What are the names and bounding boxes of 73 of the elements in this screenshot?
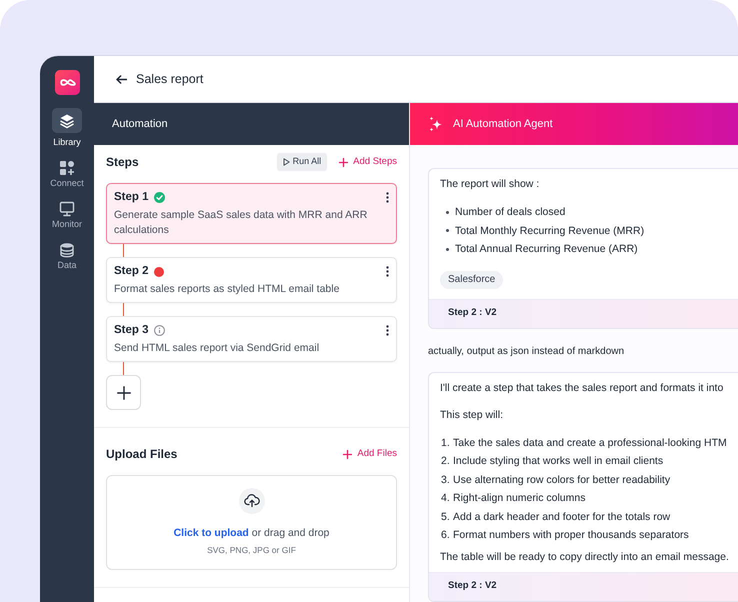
layers-icon — [52, 108, 82, 133]
list-item-text: Format numbers with proper thousands separators — [453, 528, 689, 543]
upload-dropzone[interactable]: Click to upload or drag and drop SVG, PNG, JPG or GIF — [106, 475, 397, 570]
add-step-button[interactable] — [106, 375, 141, 410]
add-files-button[interactable]: Add Files — [343, 446, 397, 462]
list-item-text: Total Annual Recurring Revenue (ARR) — [455, 242, 638, 257]
list-item-text: Right-align numeric columns — [453, 491, 586, 506]
message-text: The table will be ready to copy directly into an email message. — [440, 550, 730, 564]
list-item-text: Number of deals closed — [455, 205, 566, 220]
sidebar-item[interactable]: Monitor — [52, 198, 82, 230]
list-number: 4. — [441, 491, 451, 506]
panel-title: AI Automation Agent — [453, 116, 553, 132]
bullet-icon — [446, 210, 449, 214]
check-circle-icon — [154, 192, 165, 203]
sidebar-item[interactable]: Library — [52, 108, 82, 148]
bullet-icon — [446, 229, 449, 232]
back-arrow-icon[interactable] — [116, 74, 127, 84]
database-icon — [58, 242, 75, 258]
sparkle-icon — [428, 116, 444, 132]
step-description: Send HTML sales report via SendGrid email — [114, 341, 320, 356]
upload-instructions: Click to upload or drag and drop — [172, 526, 330, 540]
step-description: Generate sample SaaS sales data with MRR and ARR calculations — [114, 208, 368, 238]
list-item-text: Use alternating row colors for better readability — [453, 472, 670, 488]
list-item-text: Include styling that works well in email clients — [453, 454, 664, 469]
step-title: Step 3 — [114, 323, 149, 338]
list-number: 3. — [441, 472, 451, 488]
sidebar-item[interactable]: Data — [57, 239, 76, 271]
kebab-menu-icon[interactable] — [386, 266, 389, 277]
add-steps-button[interactable]: Add Steps — [339, 154, 397, 170]
list-item-text: Total Monthly Recurring Revenue (MRR) — [455, 224, 644, 238]
step-connector — [122, 244, 124, 257]
step-card[interactable]: Step 1 Generate sample SaaS sales data with MRR and ARR calculations — [106, 183, 397, 244]
error-dot-icon — [154, 266, 164, 276]
step-version-label: Step 2 : V2 — [448, 579, 497, 594]
sidebar-item[interactable]: Connect — [50, 157, 84, 189]
step-version-label: Step 2 : V2 — [448, 306, 497, 320]
user-message-text: actually, output as json instead of markdown — [428, 344, 626, 358]
list-item-text: Take the sales data and create a professional-looking HTM — [453, 436, 727, 450]
list-item-text: Add a dark header and footer for the totals row — [453, 510, 670, 524]
list-number: 2. — [441, 454, 451, 469]
bullet-icon — [446, 248, 449, 251]
step-description: Format sales reports as styled HTML email table — [114, 282, 340, 297]
message-text: I'll create a step that takes the sales report and formats it into — [440, 380, 724, 396]
upload-link[interactable]: Click to upload — [174, 527, 249, 539]
play-icon — [282, 158, 290, 166]
section-title: Upload Files — [106, 446, 178, 463]
message-text: This step will: — [440, 408, 504, 422]
panel-title: Automation — [112, 116, 168, 132]
info-icon — [154, 325, 165, 336]
monitor-icon — [58, 201, 75, 217]
list-number: 1. — [441, 436, 451, 450]
step-title: Step 1 — [114, 190, 149, 205]
step-connector — [122, 362, 124, 375]
section-title: Steps — [106, 154, 139, 171]
kebab-menu-icon[interactable] — [386, 325, 389, 336]
list-number: 6. — [441, 528, 451, 543]
grid-icon — [59, 160, 75, 176]
list-number: 5. — [441, 510, 451, 524]
plus-icon — [343, 450, 352, 458]
infinity-logo-icon[interactable] — [54, 70, 80, 95]
cloud-upload-icon — [238, 488, 264, 514]
message-text: The report will show : — [440, 177, 540, 192]
step-connector — [122, 303, 124, 316]
integration-tag: Salesforce — [440, 270, 504, 288]
file-types-hint: SVG, PNG, JPG or GIF — [206, 544, 297, 556]
step-card[interactable]: Step 2 Format sales reports as styled HTML email table — [106, 257, 397, 303]
plus-icon — [116, 386, 130, 400]
run-all-button[interactable]: Run All — [276, 153, 328, 171]
step-card[interactable]: Step 3 Send HTML sales report via SendGrid email — [106, 316, 397, 362]
plus-icon — [339, 158, 348, 166]
page-title: Sales report — [136, 70, 204, 88]
kebab-menu-icon[interactable] — [386, 192, 389, 203]
step-title: Step 2 — [114, 264, 149, 279]
